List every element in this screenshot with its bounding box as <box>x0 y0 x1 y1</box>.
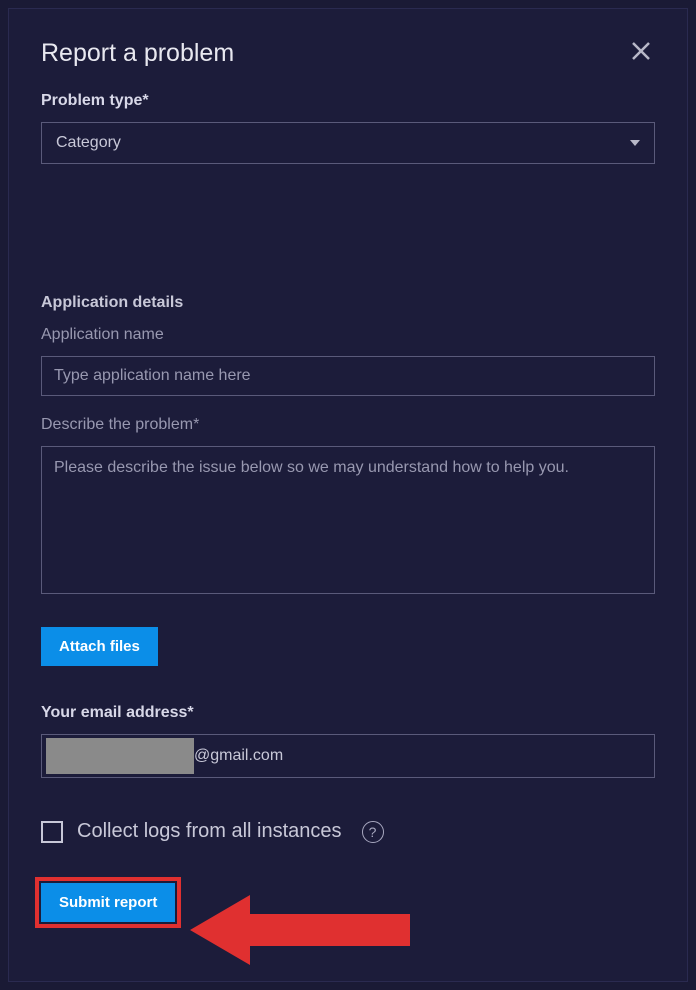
attach-files-button[interactable]: Attach files <box>41 627 158 666</box>
problem-type-label: Problem type* <box>41 92 655 110</box>
application-details-heading: Application details <box>41 294 655 312</box>
dialog-title: Report a problem <box>41 39 234 68</box>
close-icon <box>629 39 653 63</box>
close-button[interactable] <box>627 37 655 70</box>
help-icon[interactable]: ? <box>362 821 384 843</box>
collect-logs-label: Collect logs from all instances <box>77 820 342 843</box>
report-problem-dialog: Report a problem Problem type* Category … <box>8 8 688 982</box>
collect-logs-checkbox[interactable] <box>41 821 63 843</box>
describe-problem-label: Describe the problem* <box>41 416 655 434</box>
describe-problem-textarea[interactable] <box>41 446 655 594</box>
dialog-header: Report a problem <box>41 37 655 70</box>
collect-logs-row: Collect logs from all instances ? <box>41 820 655 843</box>
email-label: Your email address* <box>41 704 655 722</box>
application-name-input[interactable] <box>41 356 655 396</box>
problem-type-value: Category <box>56 134 121 152</box>
chevron-down-icon <box>630 140 640 146</box>
application-name-label: Application name <box>41 326 655 344</box>
email-input[interactable]: @gmail.com <box>41 734 655 778</box>
email-domain-text: @gmail.com <box>194 747 283 765</box>
attach-section: Attach files <box>41 627 655 666</box>
submit-section: Submit report <box>41 883 655 922</box>
email-redacted-block <box>46 738 194 774</box>
submit-report-button[interactable]: Submit report <box>41 883 175 922</box>
problem-type-select[interactable]: Category <box>41 122 655 164</box>
